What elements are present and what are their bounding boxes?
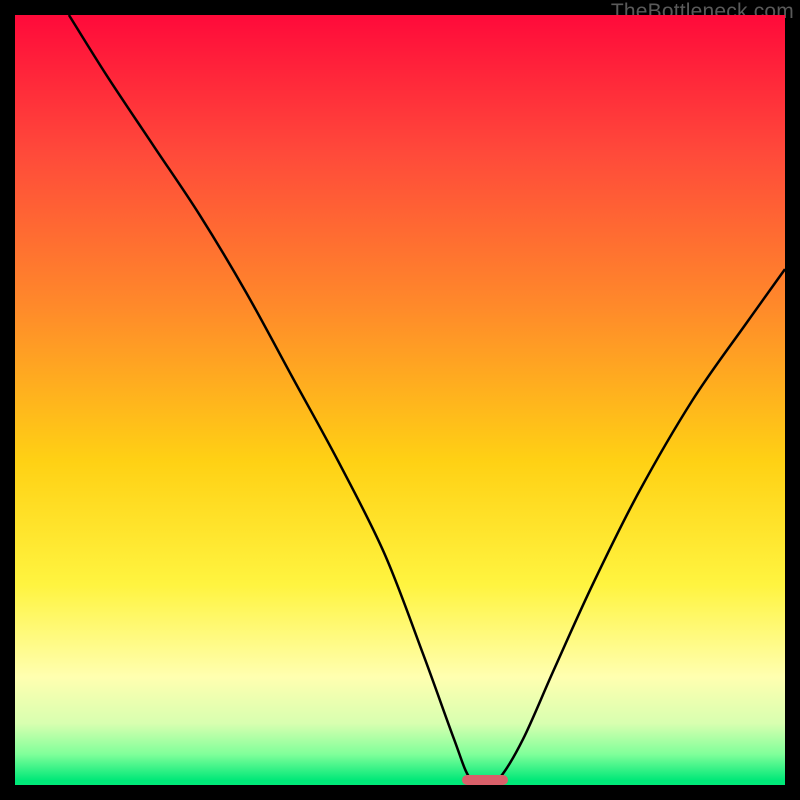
plot-area bbox=[15, 15, 785, 785]
chart-container: TheBottleneck.com bbox=[0, 0, 800, 800]
bottleneck-curve bbox=[15, 15, 785, 785]
curve-path bbox=[69, 15, 785, 785]
optimum-marker bbox=[462, 775, 508, 785]
